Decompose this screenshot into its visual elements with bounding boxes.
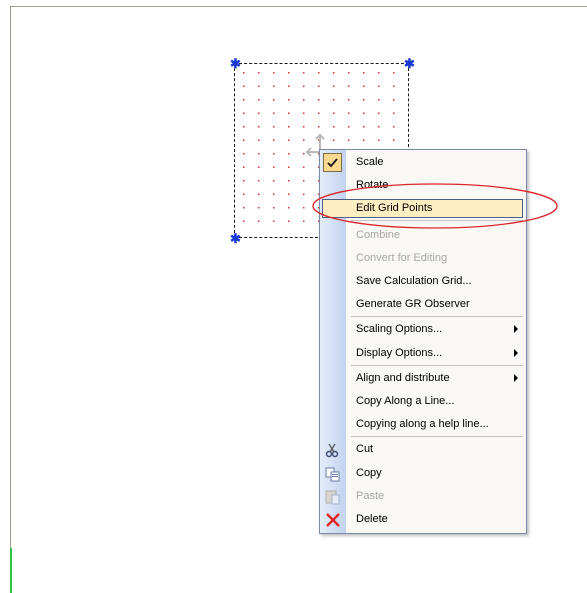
annotation-ellipse bbox=[312, 183, 558, 229]
